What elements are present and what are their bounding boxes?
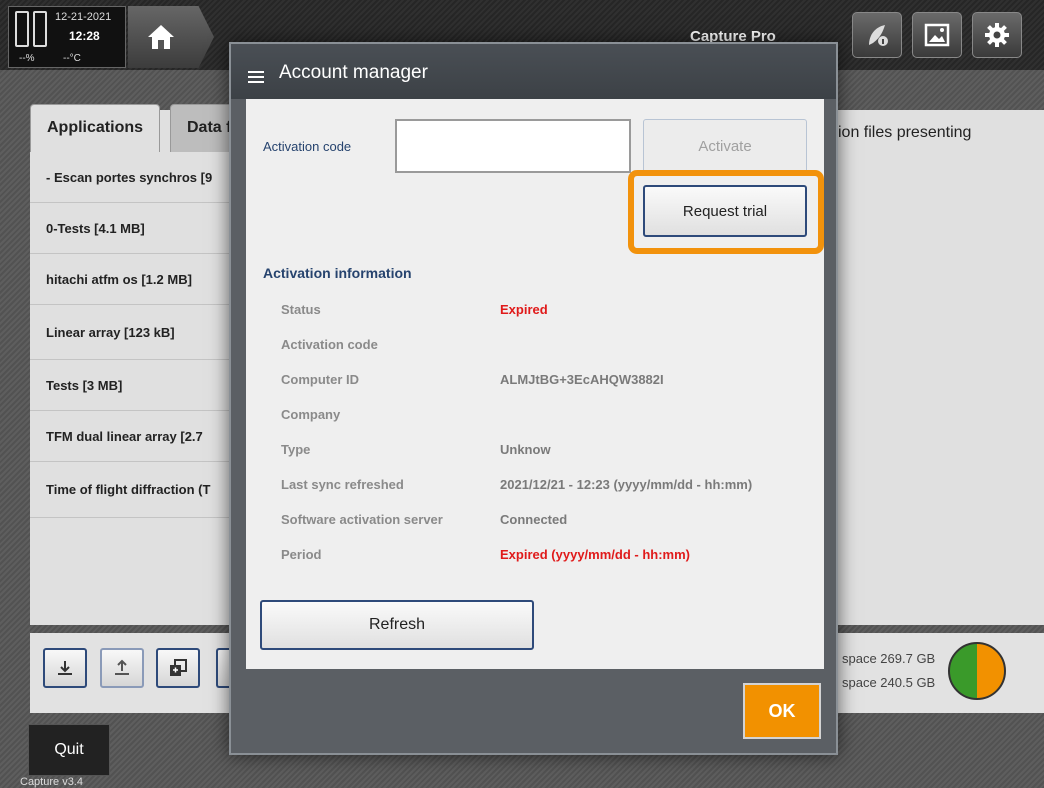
copy-button[interactable] (156, 648, 200, 688)
info-row-computer-id: Computer ID ALMJtBG+3EcAHQW3882I (281, 372, 664, 387)
home-button[interactable] (128, 6, 214, 68)
list-item[interactable]: hitachi atfm os [1.2 MB] (30, 254, 240, 305)
temperature: --°C (63, 53, 81, 64)
quit-label: Quit (54, 741, 84, 758)
status-date: 12-21-2021 (55, 11, 112, 23)
ok-label: OK (768, 700, 796, 721)
tab-label: Data f (187, 119, 232, 136)
tab-label: Applications (47, 119, 144, 136)
activation-code-input[interactable] (395, 119, 631, 173)
info-row-activation-server: Software activation server Connected (281, 512, 568, 527)
home-icon (148, 25, 174, 49)
image-icon (924, 23, 950, 47)
disk-usage-pie (948, 642, 1006, 700)
list-item[interactable]: - Escan portes synchros [9 (30, 152, 240, 203)
battery-icon (33, 11, 47, 47)
quit-button[interactable]: Quit (28, 724, 110, 776)
user-info-button[interactable] (852, 12, 902, 58)
application-list: - Escan portes synchros [9 0-Tests [4.1 … (30, 152, 240, 518)
copy-icon (170, 659, 187, 676)
refresh-label: Refresh (368, 616, 426, 633)
list-item[interactable]: 0-Tests [4.1 MB] (30, 203, 240, 254)
info-row-company: Company (281, 407, 341, 422)
battery-percent: --% (19, 53, 35, 64)
status-time: 12:28 (69, 29, 100, 43)
gear-icon (985, 23, 1009, 47)
refresh-button[interactable]: Refresh (260, 600, 534, 650)
dialog-header: Account manager (231, 44, 836, 99)
period-value: Expired (yyyy/mm/dd - hh:mm) (500, 547, 690, 562)
request-trial-button[interactable]: Request trial (643, 185, 807, 237)
request-trial-label: Request trial (682, 202, 768, 220)
dialog-body: Activation code Activate Request trial A… (246, 99, 824, 669)
download-button[interactable] (43, 648, 87, 688)
total-space-text: space 240.5 GB (842, 675, 936, 690)
settings-button[interactable] (972, 12, 1022, 58)
info-row-type: Type Unknow (281, 442, 551, 457)
menu-icon (248, 71, 264, 86)
version-text: Capture v3.4 (20, 776, 83, 788)
info-row-last-sync: Last sync refreshed 2021/12/21 - 12:23 (… (281, 477, 753, 492)
status-panel: 12-21-2021 12:28 --% --°C (8, 6, 126, 68)
tab-applications[interactable]: Applications (30, 104, 160, 152)
status-value: Expired (500, 302, 548, 317)
description-text: ion files presenting (838, 124, 972, 141)
list-item[interactable]: Tests [3 MB] (30, 360, 240, 411)
list-item[interactable]: Linear array [123 kB] (30, 305, 240, 360)
activation-info-heading: Activation information (263, 265, 412, 281)
upload-button[interactable] (100, 648, 144, 688)
ok-button[interactable]: OK (743, 683, 821, 739)
download-icon (58, 661, 72, 675)
upload-icon (115, 659, 129, 675)
info-row-activation-code: Activation code (281, 337, 378, 352)
list-item[interactable]: TFM dual linear array [2.7 (30, 411, 240, 462)
activate-label: Activate (698, 137, 752, 155)
info-row-period: Period Expired (yyyy/mm/dd - hh:mm) (281, 547, 690, 562)
battery-icon (15, 11, 29, 47)
activate-button[interactable]: Activate (643, 119, 807, 173)
info-row-status: Status Expired (281, 302, 548, 317)
dialog-title: Account manager (279, 62, 428, 83)
list-item[interactable]: Time of flight diffraction (T (30, 462, 240, 518)
activation-code-label: Activation code (263, 139, 352, 154)
user-info-icon (869, 25, 888, 46)
free-space-text: space 269.7 GB (842, 651, 936, 666)
account-manager-dialog: Account manager Activation code Activate… (229, 42, 838, 755)
image-button[interactable] (912, 12, 962, 58)
